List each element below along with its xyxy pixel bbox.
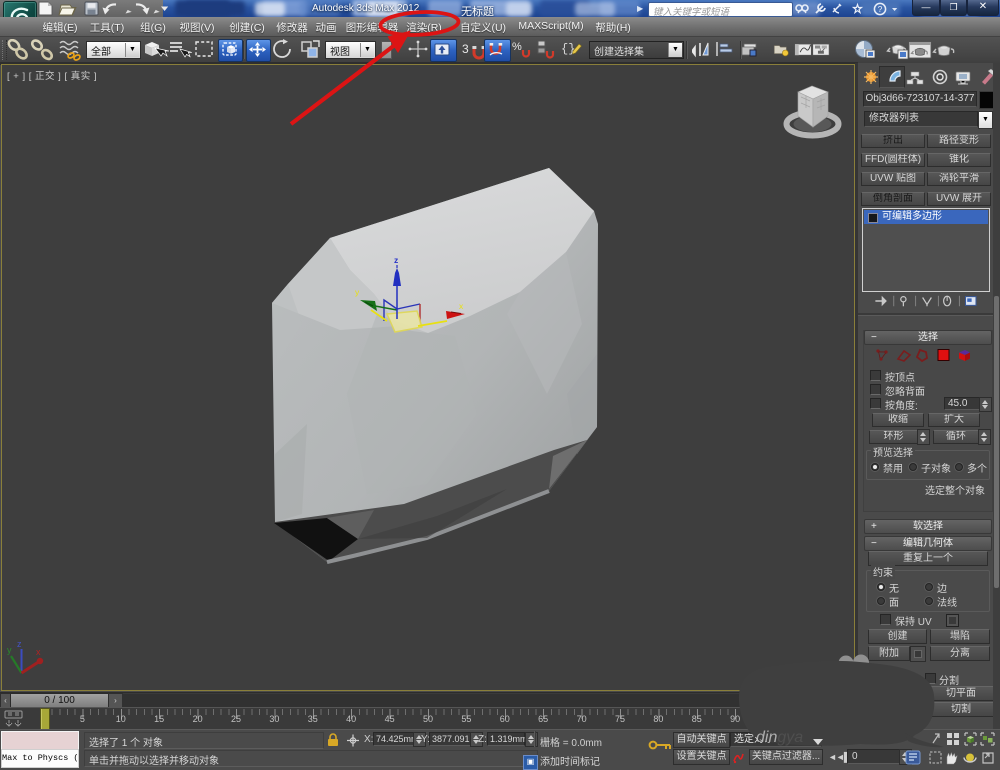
svg-text:?: ? xyxy=(878,4,883,14)
svg-text:y: y xyxy=(7,645,12,655)
svg-text:dingya: dingya xyxy=(756,729,803,746)
svg-text:z: z xyxy=(394,255,398,265)
svg-text:x: x xyxy=(36,647,41,657)
svg-text:z: z xyxy=(17,639,22,649)
